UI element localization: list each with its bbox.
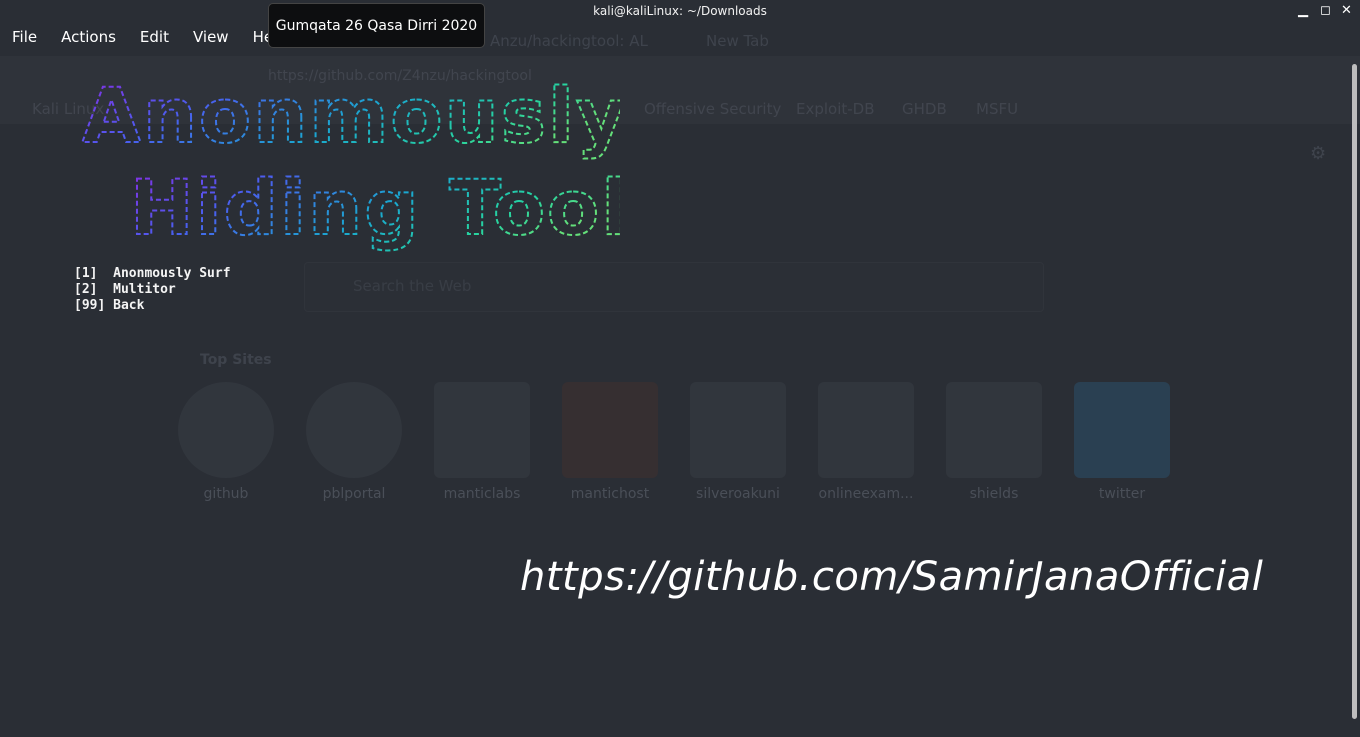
option-label: Anonmously Surf	[113, 266, 231, 281]
option-key: [1]	[74, 266, 98, 281]
top-site-tile	[946, 382, 1042, 478]
top-site-label: manticlabs	[443, 486, 521, 502]
top-site-label: pblportal	[322, 486, 386, 502]
bookmark-item: MSFU	[976, 100, 1019, 118]
top-site-tile	[562, 382, 658, 478]
menu-option: [2] Multitor	[74, 282, 231, 298]
top-site-tile	[1074, 382, 1170, 478]
tool-menu: [1] Anonmously Surf [2] Multitor [99] Ba…	[74, 266, 231, 314]
search-box: Search the Web	[304, 262, 1044, 312]
bookmark-item: Offensive Security	[644, 100, 782, 118]
maximize-icon[interactable]: ◻	[1320, 3, 1331, 18]
minimize-icon[interactable]: ▁	[1298, 3, 1308, 18]
tool-banner: Anonmously Hiding Tool	[81, 70, 620, 253]
menu-option: [1] Anonmously Surf	[74, 266, 231, 282]
banner-line-2: Hiding Tool	[130, 163, 620, 252]
top-site-label: mantichost	[570, 486, 650, 502]
top-site-label: shields	[969, 486, 1019, 502]
bookmark-item: GHDB	[902, 100, 947, 118]
menu-option: [99] Back	[74, 298, 231, 314]
top-site-tile	[434, 382, 530, 478]
option-label: Back	[113, 298, 145, 313]
top-site-label: github	[203, 486, 249, 502]
search-placeholder: Search the Web	[353, 277, 472, 295]
option-key: [99]	[74, 298, 106, 313]
top-site-tile	[178, 382, 274, 478]
top-site-label: twitter	[1098, 486, 1146, 502]
browser-tab: New Tab	[706, 32, 769, 50]
top-sites-heading: Top Sites	[200, 352, 272, 368]
top-site-label: onlineexam...	[818, 486, 914, 502]
github-watermark: https://github.com/SamirJanaOfficial	[520, 554, 1264, 600]
banner-line-1: Anonmously	[82, 71, 620, 160]
bookmark-item: Exploit-DB	[796, 100, 875, 118]
top-site-tile	[690, 382, 786, 478]
top-site-tile	[818, 382, 914, 478]
gear-icon: ⚙	[1310, 143, 1327, 164]
option-key: [2]	[74, 282, 98, 297]
close-icon[interactable]: ✕	[1341, 3, 1352, 18]
top-site-label: silveroakuni	[696, 486, 780, 502]
top-site-tile	[306, 382, 402, 478]
terminal-scrollbar[interactable]	[1352, 64, 1357, 719]
option-label: Multitor	[113, 282, 176, 297]
